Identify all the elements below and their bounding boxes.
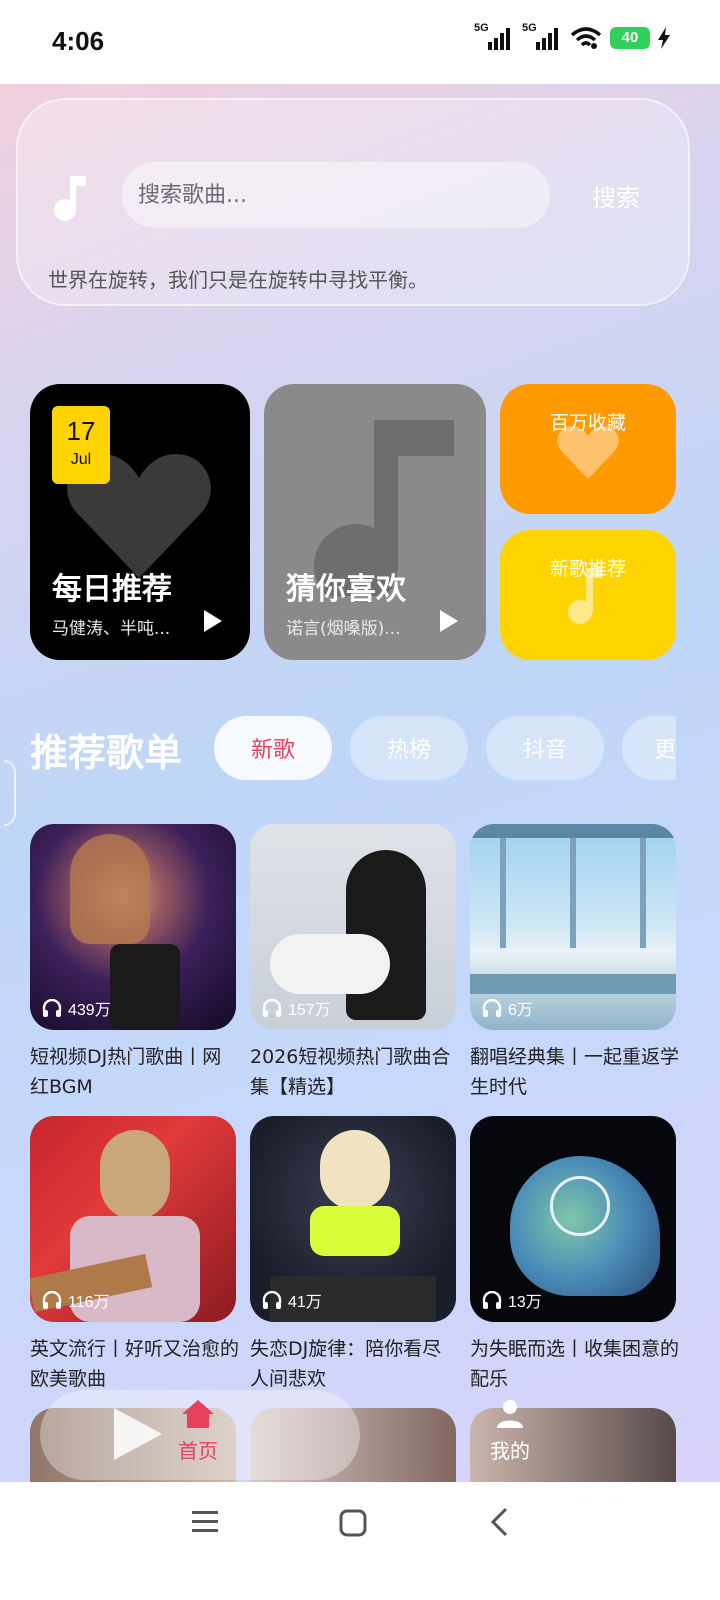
edge-swipe-handle[interactable] [4,760,16,826]
guess-subtitle: 诺言(烟嗓版)... [286,619,401,639]
home-icon [182,1400,214,1428]
headphones-icon [482,999,502,1017]
playlist-card[interactable]: 13万 为失眠而选丨收集困意的配乐 [470,1116,679,1394]
playlist-card[interactable]: 6万 翻唱经典集丨一起重返学生时代 [470,824,679,1102]
tab-new-songs[interactable]: 新歌 [214,716,332,780]
status-icons: 5G 5G 40 [474,22,670,50]
playlist-cover: 157万 [250,824,456,1030]
search-card: 搜索 世界在旋转，我们只是在旋转中寻找平衡。 [16,98,690,306]
signal-icon-2: 5G [522,22,562,50]
playlist-card[interactable]: 116万 英文流行丨好听又治愈的欧美歌曲 [30,1116,239,1394]
status-bar: 4:06 5G 5G 40 [0,0,720,84]
battery-icon: 40 [610,27,650,49]
playlist-card[interactable]: 41万 失恋DJ旋律：陪你看尽人间悲欢 [250,1116,456,1394]
guess-you-like-card[interactable]: 猜你喜欢 诺言(烟嗓版)... [264,384,486,660]
bottom-nav: 首页 我的 [0,1384,720,1484]
play-count: 439万 [68,1002,111,1019]
tab-douyin[interactable]: 抖音 [486,716,604,780]
playlist-cover: 6万 [470,824,676,1030]
play-count: 13万 [508,1294,542,1311]
play-icon[interactable] [204,610,222,632]
headphones-icon [42,1291,62,1309]
headphones-icon [262,1291,282,1309]
playlist-title: 短视频DJ热门歌曲丨网红BGM [30,1046,222,1098]
signal-icon: 5G [474,22,514,50]
back-icon[interactable] [488,1506,512,1538]
menu-icon[interactable] [190,1508,220,1536]
play-count: 41万 [288,1294,322,1311]
playlist-card[interactable]: 439万 短视频DJ热门歌曲丨网红BGM [30,824,236,1102]
new-songs-title: 新歌推荐 [549,558,626,580]
system-nav-bar [0,1482,720,1600]
nav-mine[interactable]: 我的 [482,1398,538,1464]
million-title: 百万收藏 [549,412,626,434]
playlist-title: 翻唱经典集丨一起重返学生时代 [470,1046,680,1098]
playlist-cover: 116万 [30,1116,236,1322]
search-button[interactable]: 搜索 [592,178,640,213]
headphones-icon [482,1291,502,1309]
million-collect-card[interactable]: 百万收藏 [500,384,676,514]
new-songs-card[interactable]: 新歌推荐 [500,530,676,660]
nav-home[interactable]: 首页 [170,1398,226,1464]
music-note-icon [54,176,86,221]
play-count: 116万 [68,1294,110,1311]
section-title: 推荐歌单 [30,731,183,775]
play-triangle-icon[interactable] [110,1404,166,1464]
search-input[interactable] [122,162,550,228]
tab-hot-chart[interactable]: 热榜 [350,716,468,780]
playlist-cover: 439万 [30,824,236,1030]
headphones-icon [42,999,62,1017]
playlist-card[interactable]: 157万 2026短视频热门歌曲合集【精选】 [250,824,456,1102]
daily-subtitle: 马健涛、半吨... [52,619,171,639]
charging-icon [658,27,670,49]
headphones-icon [262,999,282,1017]
user-icon [497,1400,523,1428]
playlist-cover: 13万 [470,1116,676,1322]
slogan-text: 世界在旋转，我们只是在旋转中寻找平衡。 [48,268,428,292]
guess-title: 猜你喜欢 [286,572,406,607]
play-count: 6万 [508,1002,533,1019]
status-time: 4:06 [52,26,105,56]
home-square-icon[interactable] [338,1508,368,1538]
wifi-icon [570,27,602,49]
play-count: 157万 [288,1002,331,1019]
daily-recommend-card[interactable]: 17 Jul 每日推荐 马健涛、半吨... [30,384,250,660]
play-icon[interactable] [440,610,458,632]
playlist-title: 2026短视频热门歌曲合集【精选】 [250,1046,451,1098]
playlist-cover: 41万 [250,1116,456,1322]
tab-more[interactable]: 更 [622,716,676,780]
daily-title: 每日推荐 [52,572,172,607]
date-badge: 17 Jul [52,406,110,484]
